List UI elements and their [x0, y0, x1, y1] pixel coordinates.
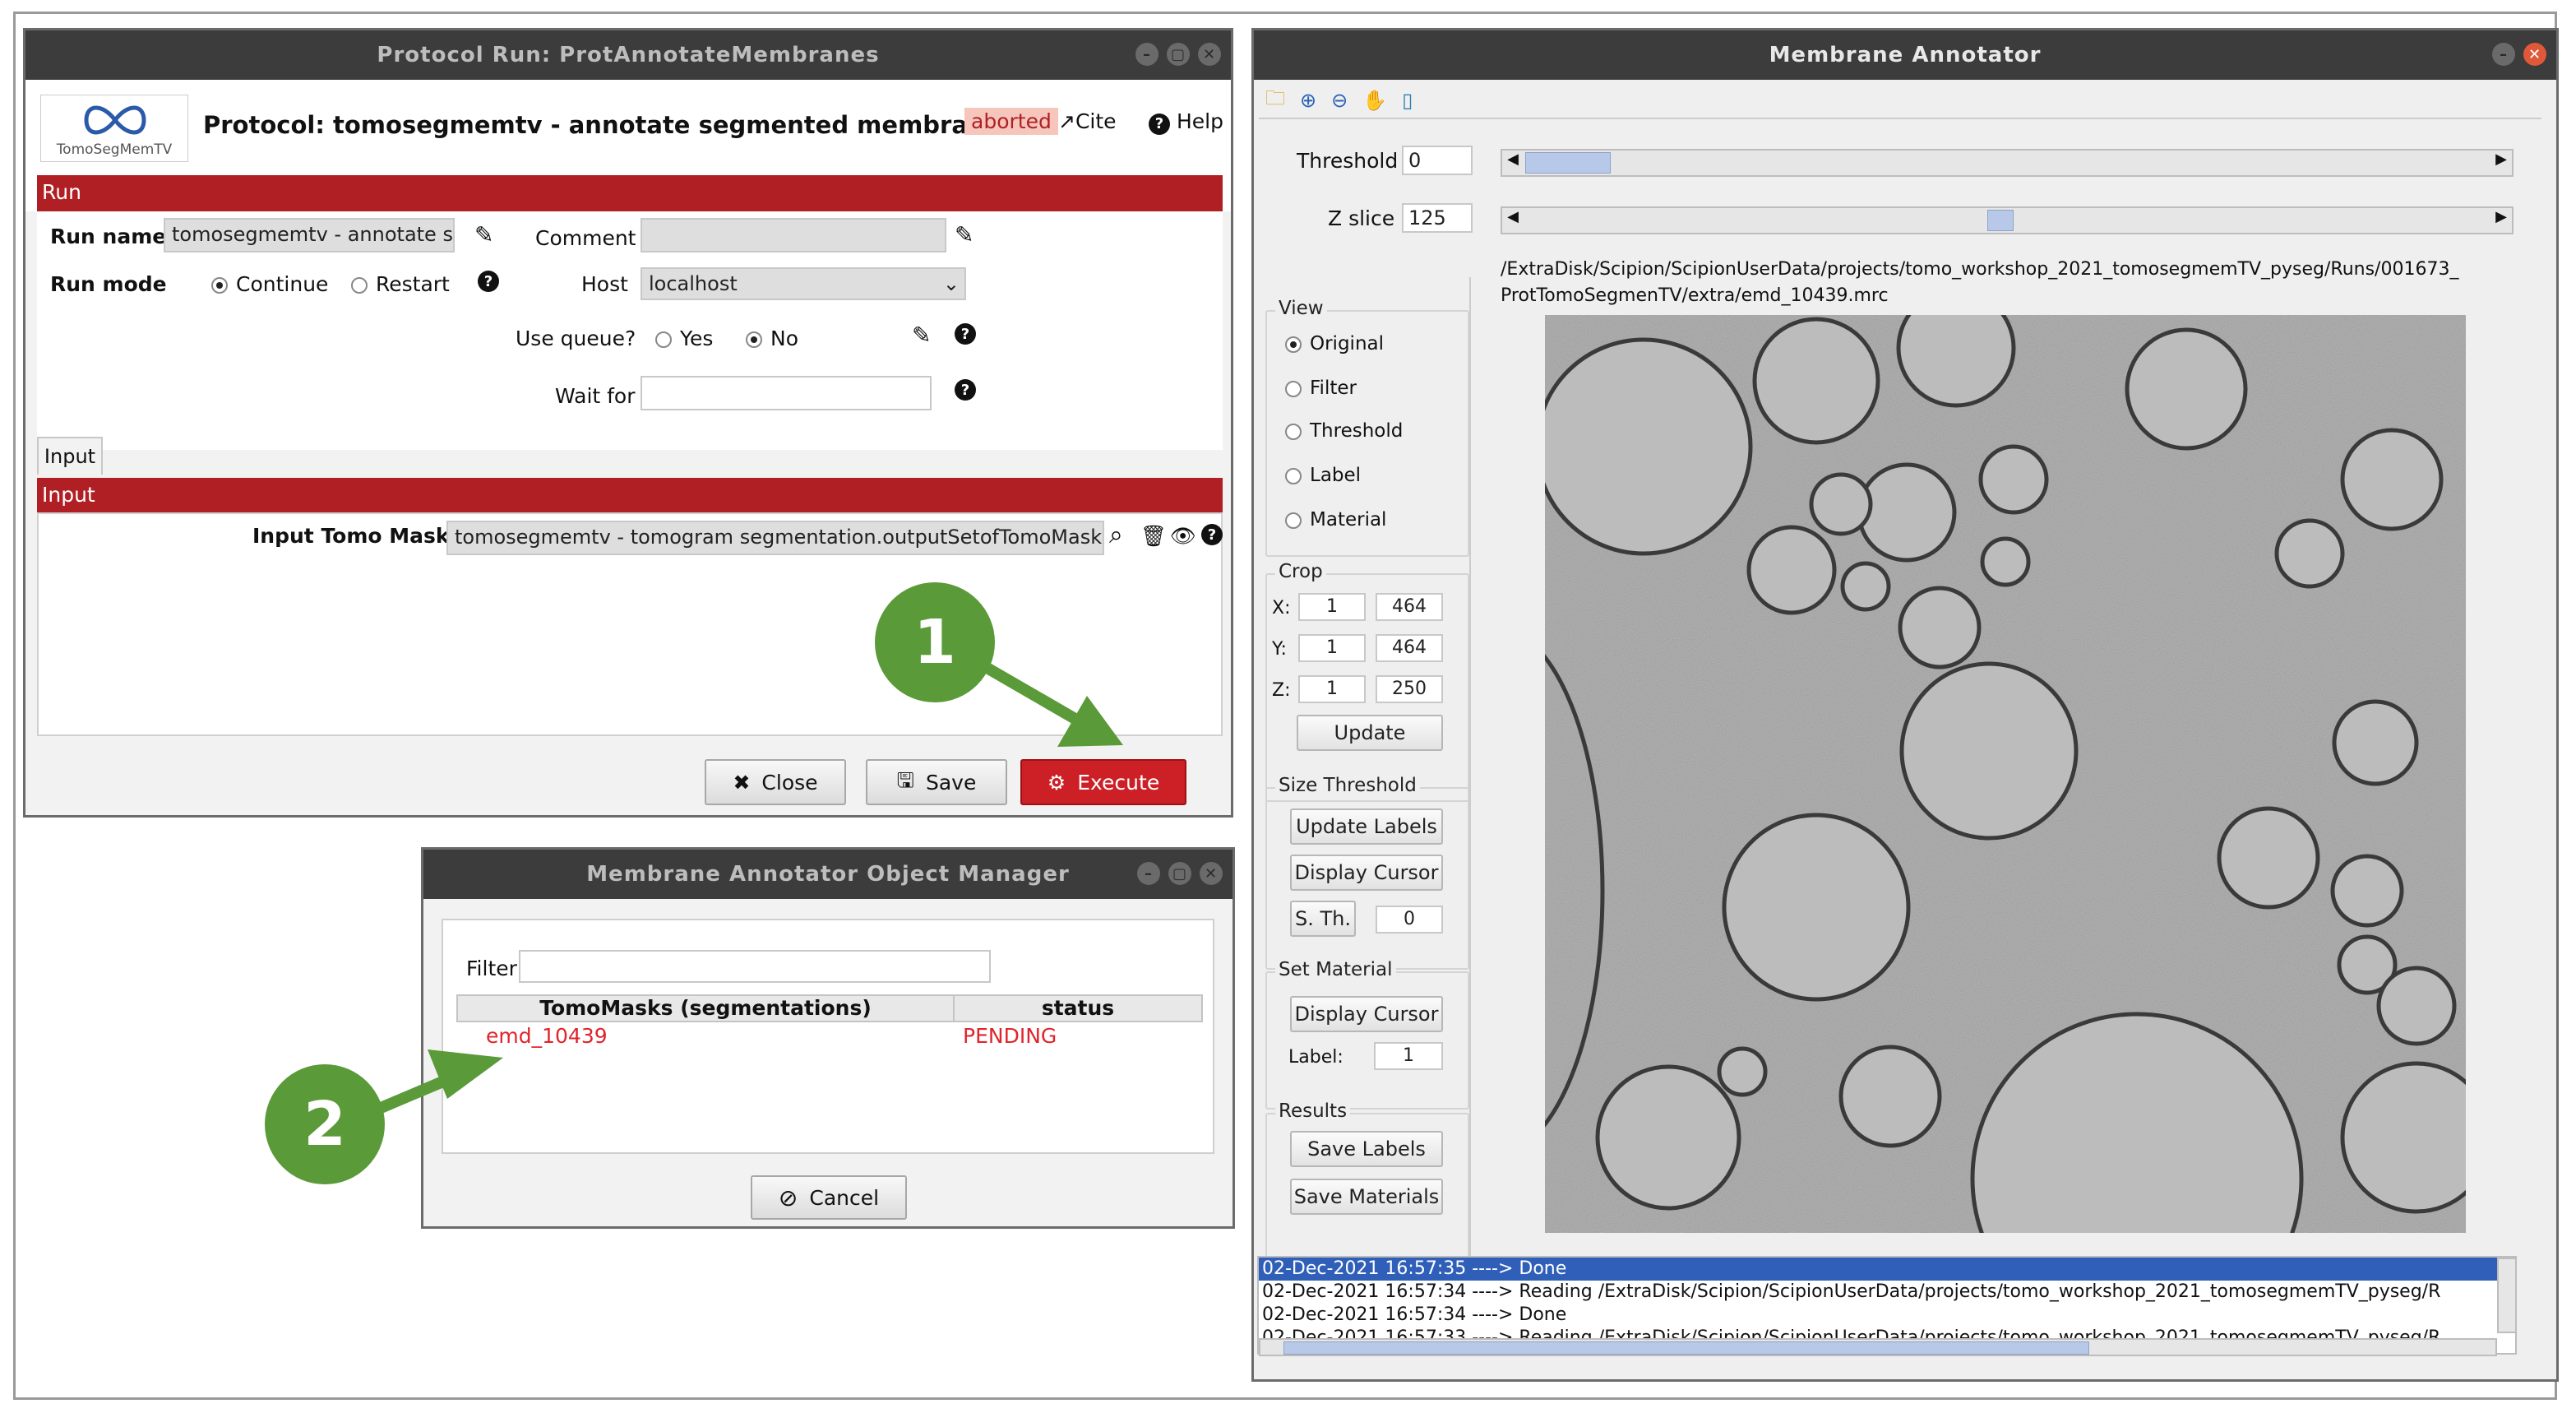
callout-arrows — [372, 657, 1123, 1116]
callout-2: 2 — [265, 1064, 385, 1184]
callout-1: 1 — [875, 582, 995, 702]
arrow-2-icon — [372, 1049, 503, 1116]
arrow-1-icon — [975, 657, 1123, 747]
